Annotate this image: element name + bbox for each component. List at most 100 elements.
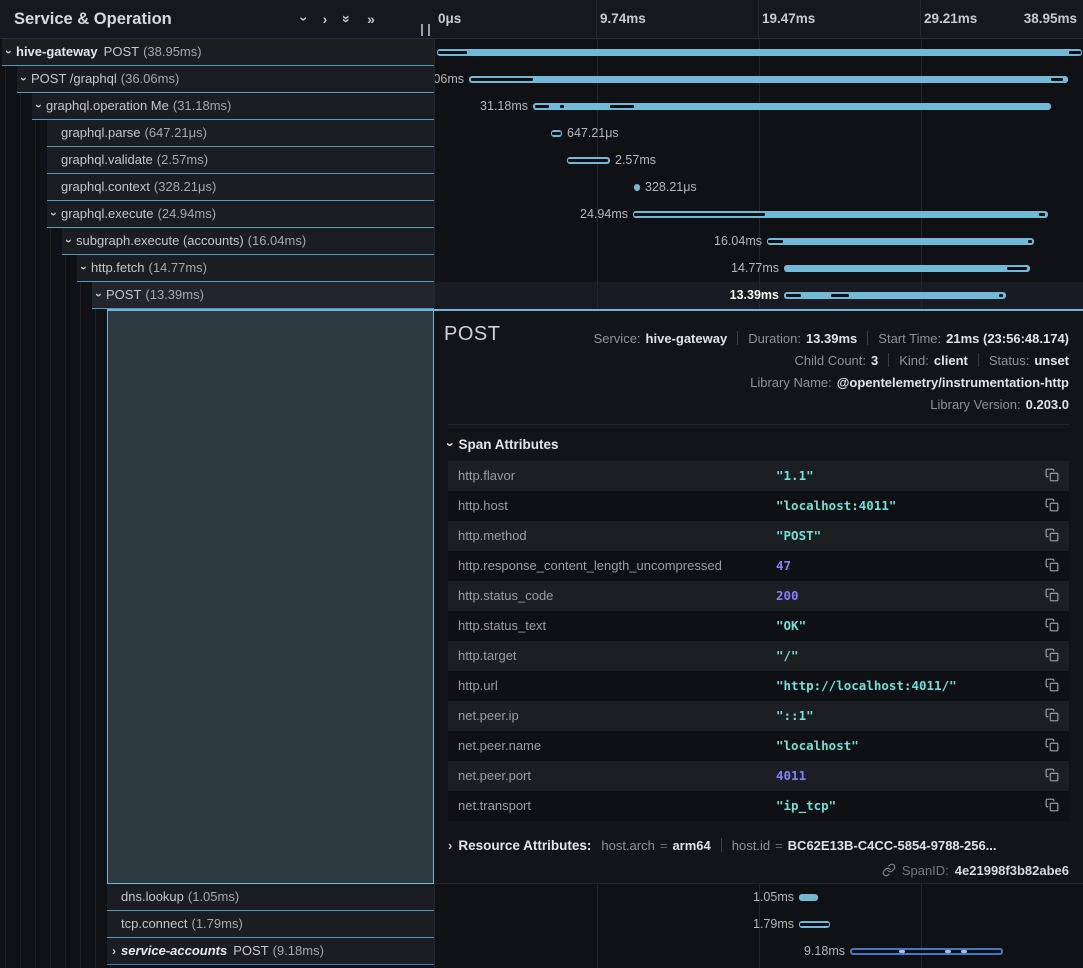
span-duration-bar[interactable]: [634, 184, 640, 191]
span-duration-bar[interactable]: [533, 103, 1051, 110]
span-row[interactable]: graphql.validate(2.57ms): [0, 147, 434, 174]
kind-label: Kind:: [899, 353, 929, 368]
child-span-marker: [471, 78, 533, 81]
span-name-cell[interactable]: ›graphql.operation Me(31.18ms): [32, 93, 434, 120]
link-icon[interactable]: [882, 863, 896, 877]
copy-icon[interactable]: [1045, 618, 1059, 632]
chevron-right-icon: ›: [448, 838, 452, 853]
span-name-cell[interactable]: graphql.context(328.21μs): [47, 174, 434, 201]
span-row[interactable]: ›hive-gatewayPOST(38.95ms): [0, 39, 434, 66]
timeline-gridline: [920, 0, 921, 38]
span-row[interactable]: ›subgraph.execute (accounts)(16.04ms): [0, 228, 434, 255]
equals-sign: =: [775, 838, 783, 853]
chevron-down-icon[interactable]: ›: [17, 66, 31, 92]
timeline-tick: 0μs: [438, 0, 461, 38]
copy-icon[interactable]: [1045, 498, 1059, 512]
chevron-down-icon[interactable]: ›: [62, 228, 76, 254]
copy-icon[interactable]: [1045, 708, 1059, 722]
attribute-value: "::1": [776, 701, 814, 731]
span-duration-bar[interactable]: [784, 292, 1006, 299]
span-detail-panel: POST Service: hive-gateway Duration: 13.…: [434, 309, 1083, 884]
child-span-marker: [800, 923, 829, 926]
collapse-one-button[interactable]: ›: [323, 12, 328, 26]
expand-one-button[interactable]: ›: [302, 12, 307, 26]
chevron-down-icon[interactable]: ›: [32, 93, 46, 119]
collapse-all-button[interactable]: »: [367, 12, 375, 26]
span-row[interactable]: graphql.context(328.21μs): [0, 174, 434, 201]
copy-icon[interactable]: [1045, 768, 1059, 782]
span-duration-bar[interactable]: [850, 948, 1003, 955]
span-name-cell[interactable]: ›subgraph.execute (accounts)(16.04ms): [62, 228, 434, 255]
resource-key: host.id: [732, 838, 770, 853]
column-resizer[interactable]: [421, 24, 430, 36]
span-duration-bar[interactable]: [551, 130, 562, 137]
copy-icon[interactable]: [1045, 588, 1059, 602]
span-row[interactable]: ›service-accountsPOST(9.18ms): [0, 938, 434, 965]
span-row[interactable]: graphql.parse(647.21μs): [0, 120, 434, 147]
span-detail-title: POST: [444, 323, 500, 346]
span-duration-bar[interactable]: [784, 265, 1030, 272]
chevron-right-icon[interactable]: ›: [107, 938, 121, 964]
chevron-down-icon[interactable]: ›: [92, 282, 106, 308]
span-duration-bar[interactable]: [567, 157, 610, 164]
span-name-cell[interactable]: graphql.parse(647.21μs): [47, 120, 434, 147]
span-name-cell[interactable]: ›POST(13.39ms): [92, 282, 434, 309]
attribute-row: http.method"POST": [448, 521, 1069, 551]
attribute-key: http.status_text: [458, 611, 546, 641]
span-duration-bar[interactable]: [767, 238, 1034, 245]
divider: [978, 353, 979, 367]
start-time-label: Start Time:: [878, 331, 941, 346]
span-name-cell[interactable]: ›http.fetch(14.77ms): [77, 255, 434, 282]
span-row[interactable]: dns.lookup(1.05ms): [0, 884, 434, 911]
copy-icon[interactable]: [1045, 648, 1059, 662]
span-attributes-header[interactable]: › Span Attributes: [448, 437, 559, 452]
chevron-down-icon[interactable]: ›: [77, 255, 91, 281]
copy-icon[interactable]: [1045, 468, 1059, 482]
bar-duration-label: 16.04ms: [714, 228, 762, 255]
span-row[interactable]: tcp.connect(1.79ms): [0, 911, 434, 938]
trace-viewer: 36.06ms31.18ms647.21μs2.57ms328.21μs24.9…: [0, 0, 1083, 968]
span-duration: (36.06ms): [121, 71, 180, 86]
span-row[interactable]: ›POST /graphql (36.06ms): [0, 66, 434, 93]
span-duration-bar[interactable]: [799, 921, 830, 928]
span-name-cell[interactable]: ›hive-gatewayPOST(38.95ms): [2, 39, 434, 66]
copy-icon[interactable]: [1045, 558, 1059, 572]
span-meta-line-4: Library Version: 0.203.0: [930, 394, 1069, 414]
child-span-marker: [552, 132, 561, 135]
span-row[interactable]: ›http.fetch(14.77ms): [0, 255, 434, 282]
span-duration-bar[interactable]: [799, 894, 818, 901]
expand-all-button[interactable]: »: [343, 12, 351, 26]
bar-duration-label: 9.18ms: [804, 938, 845, 965]
span-name-cell[interactable]: graphql.validate(2.57ms): [47, 147, 434, 174]
span-bar-row: 14.77ms: [435, 255, 1083, 282]
span-row[interactable]: ›POST(13.39ms): [0, 282, 434, 309]
span-name-cell[interactable]: ›graphql.execute(24.94ms): [47, 201, 434, 228]
resource-attributes-header[interactable]: › Resource Attributes: host.arch = arm64…: [448, 834, 997, 856]
span-name-cell[interactable]: ›service-accountsPOST(9.18ms): [107, 938, 434, 965]
library-version-label: Library Version:: [930, 397, 1020, 412]
span-duration: (14.77ms): [148, 260, 207, 275]
copy-icon[interactable]: [1045, 528, 1059, 542]
span-name-cell[interactable]: dns.lookup(1.05ms): [107, 884, 434, 911]
operation-name: POST: [104, 44, 139, 59]
attribute-row: net.peer.ip"::1": [448, 701, 1069, 731]
span-duration: (1.05ms): [188, 889, 239, 904]
span-duration-bar[interactable]: [437, 49, 1082, 56]
copy-icon[interactable]: [1045, 678, 1059, 692]
operation-name: graphql.operation Me: [46, 98, 169, 113]
chevron-down-icon[interactable]: ›: [47, 201, 61, 227]
chevron-down-icon[interactable]: ›: [2, 39, 16, 65]
kind-value: client: [934, 353, 968, 368]
span-duration: (1.79ms): [192, 916, 243, 931]
span-name-cell[interactable]: tcp.connect(1.79ms): [107, 911, 434, 938]
span-duration-bar[interactable]: [633, 211, 1048, 218]
operation-name: POST /graphql: [31, 71, 117, 86]
operation-name: graphql.execute: [61, 206, 154, 221]
copy-icon[interactable]: [1045, 738, 1059, 752]
copy-icon[interactable]: [1045, 798, 1059, 812]
span-row[interactable]: ›graphql.operation Me(31.18ms): [0, 93, 434, 120]
span-duration-bar[interactable]: [469, 76, 1068, 83]
span-row[interactable]: ›graphql.execute(24.94ms): [0, 201, 434, 228]
span-name-cell[interactable]: ›POST /graphql (36.06ms): [17, 66, 434, 93]
attribute-key: net.peer.port: [458, 761, 531, 791]
